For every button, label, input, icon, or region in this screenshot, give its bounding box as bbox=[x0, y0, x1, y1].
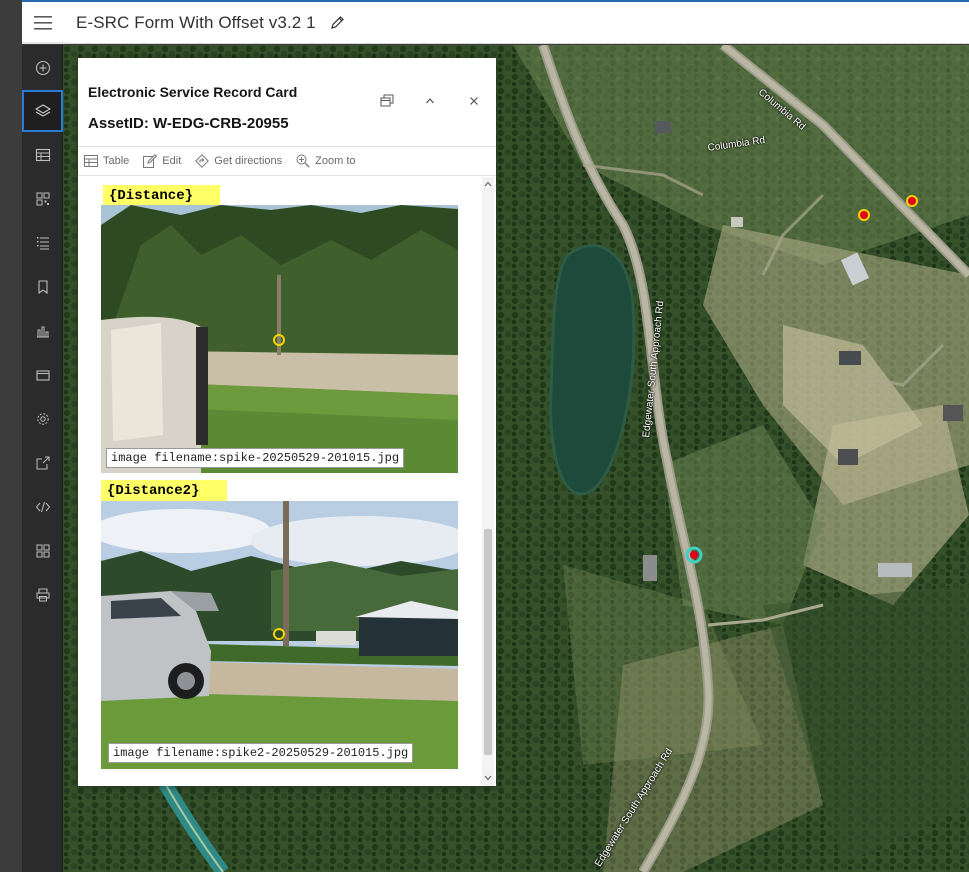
collapse-popup-button[interactable] bbox=[419, 90, 441, 112]
widgets-grid-icon bbox=[36, 544, 49, 558]
table-button[interactable] bbox=[22, 134, 63, 176]
settings-button[interactable] bbox=[22, 398, 63, 440]
bookmark-button[interactable] bbox=[22, 266, 63, 308]
edit-icon bbox=[143, 154, 158, 168]
zoom-to-tool-label: Zoom to bbox=[315, 155, 356, 167]
directions-icon bbox=[195, 154, 210, 168]
map-point bbox=[858, 209, 870, 221]
chevron-up-icon bbox=[426, 98, 434, 104]
map-point bbox=[906, 195, 918, 207]
share-button[interactable] bbox=[22, 442, 63, 484]
popup-content[interactable]: {Distance} image filename:spike-20250529… bbox=[78, 177, 496, 786]
dock-icon bbox=[380, 94, 394, 107]
qr-grid-icon bbox=[36, 192, 49, 206]
chevron-up-icon bbox=[484, 181, 492, 187]
popup-title: Electronic Service Record Card bbox=[88, 84, 298, 100]
legend-list-icon bbox=[36, 237, 49, 250]
table-icon bbox=[35, 148, 50, 162]
popup-scrollbar[interactable] bbox=[482, 177, 494, 786]
scroll-down-button[interactable] bbox=[482, 772, 494, 784]
settings-gear-icon bbox=[36, 413, 49, 425]
photo-spike2 bbox=[101, 501, 458, 769]
zoom-in-icon bbox=[296, 154, 310, 168]
folder-icon bbox=[35, 370, 50, 381]
layers-icon bbox=[34, 104, 51, 117]
code-embed-icon bbox=[35, 501, 50, 513]
table-tool-button[interactable]: Table bbox=[84, 155, 129, 167]
table-tool-label: Table bbox=[103, 155, 130, 167]
popup-subtitle: AssetID: W-EDG-CRB-20955 bbox=[88, 115, 289, 132]
photo-caption: image filename:spike-20250529-201015.jpg bbox=[106, 448, 405, 468]
feature-popup: Electronic Service Record Card AssetID: … bbox=[78, 58, 496, 786]
qr-grid-button[interactable] bbox=[22, 178, 63, 220]
popup-header: Electronic Service Record Card AssetID: … bbox=[78, 58, 496, 146]
app-header: E-SRC Form With Offset v3.2 1 bbox=[22, 0, 969, 44]
embed-code-button[interactable] bbox=[22, 486, 63, 528]
add-data-icon bbox=[35, 60, 50, 76]
print-icon bbox=[36, 588, 49, 602]
widgets-button[interactable] bbox=[22, 530, 63, 572]
popup-toolbar: Table Edit Get directions Zoom to bbox=[78, 146, 496, 176]
directions-tool-label: Get directions bbox=[214, 155, 283, 167]
edit-tool-button[interactable]: Edit bbox=[143, 154, 181, 168]
directions-tool-button[interactable]: Get directions bbox=[195, 154, 282, 168]
photo-caption: image filename:spike2-20250529-201015.jp… bbox=[108, 743, 414, 763]
zoom-to-tool-button[interactable]: Zoom to bbox=[296, 154, 356, 168]
photo-spike bbox=[101, 205, 458, 473]
outer-gutter bbox=[0, 0, 22, 872]
pencil-icon bbox=[331, 16, 345, 29]
chevron-down-icon bbox=[484, 775, 492, 781]
edit-title-button[interactable] bbox=[328, 13, 348, 33]
hamburger-icon bbox=[34, 15, 52, 30]
close-icon bbox=[470, 97, 478, 105]
app-window: E-SRC Form With Offset v3.2 1 Columbia R… bbox=[0, 0, 969, 872]
bookmark-icon bbox=[37, 280, 48, 295]
folder-button[interactable] bbox=[22, 354, 63, 396]
scrollbar-thumb[interactable] bbox=[484, 529, 492, 755]
print-button[interactable] bbox=[22, 574, 63, 616]
layers-button[interactable] bbox=[22, 90, 63, 132]
dock-popup-button[interactable] bbox=[376, 90, 398, 112]
share-icon bbox=[36, 456, 49, 470]
header-menu-underline bbox=[22, 42, 70, 44]
legend-list-button[interactable] bbox=[22, 222, 63, 264]
chart-icon bbox=[36, 326, 49, 338]
table-icon bbox=[84, 155, 98, 167]
add-data-button[interactable] bbox=[22, 47, 63, 89]
chart-button[interactable] bbox=[22, 310, 63, 352]
hamburger-menu-button[interactable] bbox=[22, 2, 64, 44]
app-title: E-SRC Form With Offset v3.2 1 bbox=[76, 12, 316, 32]
edit-tool-label: Edit bbox=[162, 155, 182, 167]
close-popup-button[interactable] bbox=[463, 90, 485, 112]
map-point bbox=[690, 551, 698, 559]
action-bar bbox=[22, 45, 63, 872]
scroll-up-button[interactable] bbox=[482, 178, 494, 190]
